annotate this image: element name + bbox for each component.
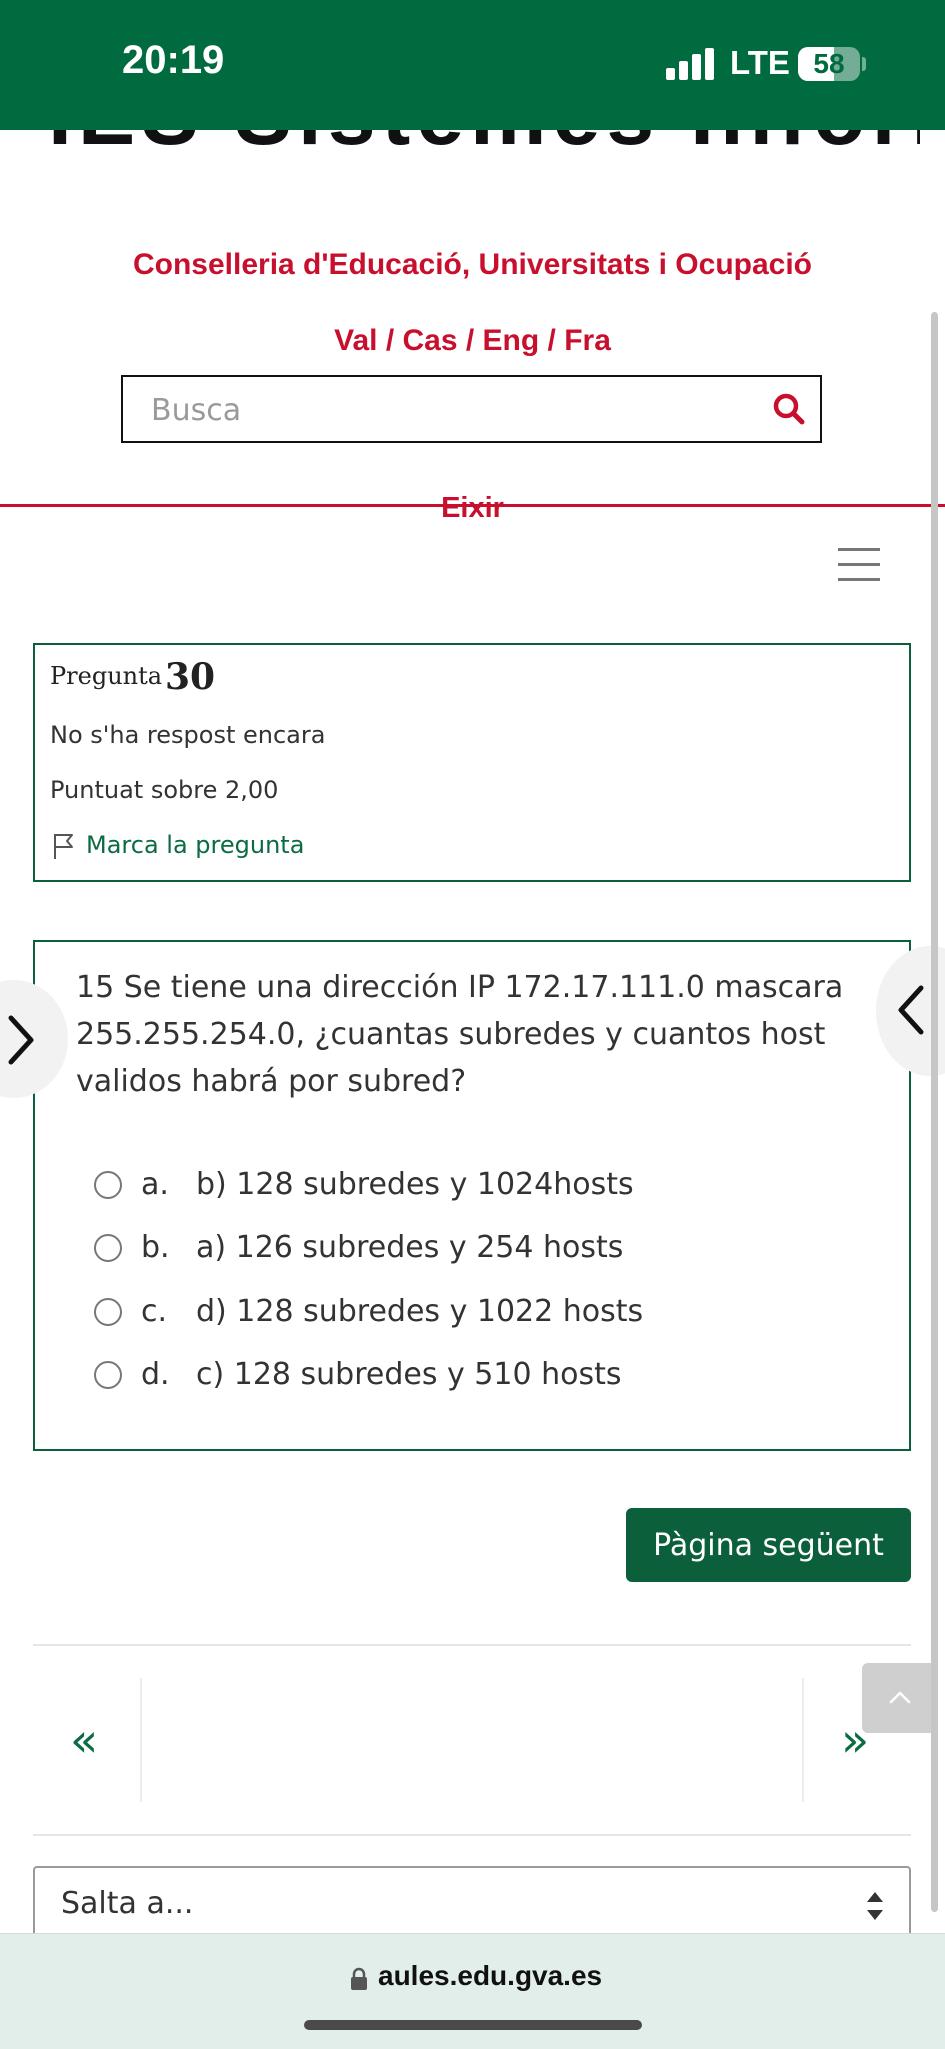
- previous-activity-link[interactable]: «: [70, 1713, 98, 1767]
- answer-option-b[interactable]: b. a) 126 subredes y 254 hosts: [92, 1226, 872, 1276]
- jump-to-label: Salta a...: [61, 1886, 194, 1921]
- logout-link[interactable]: Eixir: [0, 492, 945, 525]
- question-score: Puntuat sobre 2,00: [50, 776, 279, 804]
- scroll-to-top-button[interactable]: [862, 1663, 938, 1733]
- select-arrows-icon: [867, 1892, 883, 1920]
- option-text: c) 128 subredes y 510 hosts: [196, 1357, 622, 1392]
- status-bar: 20:19 LTE 58: [0, 0, 945, 130]
- option-letter: b.: [141, 1230, 170, 1265]
- pager-divider: [140, 1678, 142, 1802]
- answer-option-d[interactable]: d. c) 128 subredes y 510 hosts: [92, 1353, 872, 1403]
- question-status: No s'ha respost encara: [50, 721, 326, 749]
- hamburger-menu-icon[interactable]: [838, 548, 880, 582]
- option-letter: d.: [141, 1357, 170, 1392]
- browser-address-bar: aules.edu.gva.es: [0, 1933, 945, 2049]
- option-text: a) 126 subredes y 254 hosts: [196, 1230, 624, 1265]
- option-letter: a.: [141, 1167, 169, 1202]
- radio-button[interactable]: [94, 1361, 122, 1389]
- cellular-signal-icon: [666, 48, 716, 80]
- battery-tip: [862, 57, 866, 71]
- chevron-up-icon: [889, 1691, 911, 1704]
- option-letter: c.: [141, 1294, 168, 1329]
- flag-question-link[interactable]: Marca la pregunta: [86, 831, 304, 859]
- pager-divider: [802, 1678, 804, 1802]
- network-type: LTE: [730, 44, 790, 81]
- answer-option-a[interactable]: a. b) 128 subredes y 1024hosts: [92, 1163, 872, 1213]
- next-page-button[interactable]: Pàgina següent: [626, 1508, 911, 1582]
- language-links[interactable]: Val / Cas / Eng / Fra: [0, 324, 945, 358]
- answer-option-c[interactable]: c. d) 128 subredes y 1022 hosts: [92, 1290, 872, 1340]
- chevron-right-icon: [8, 1015, 34, 1065]
- option-text: b) 128 subredes y 1024hosts: [196, 1167, 634, 1202]
- question-label: Pregunta: [50, 662, 163, 690]
- radio-button[interactable]: [94, 1234, 122, 1262]
- status-time: 20:19: [122, 38, 225, 82]
- question-number: 30: [165, 656, 216, 698]
- question-text: 15 Se tiene una dirección IP 172.17.111.…: [76, 970, 844, 1099]
- battery-level: 58: [813, 48, 845, 79]
- search-input[interactable]: [151, 389, 751, 431]
- page-scrollbar[interactable]: [931, 312, 938, 1912]
- home-indicator[interactable]: [304, 2020, 642, 2030]
- search-icon[interactable]: [771, 391, 807, 427]
- pager-top-divider: [33, 1644, 911, 1646]
- conselleria-link[interactable]: Conselleria d'Educació, Universitats i O…: [0, 248, 945, 282]
- chevron-left-icon: [898, 985, 924, 1035]
- option-text: d) 128 subredes y 1022 hosts: [196, 1294, 644, 1329]
- flag-icon[interactable]: [52, 832, 76, 860]
- pager-bottom-divider: [33, 1834, 911, 1836]
- battery-icon: 58: [798, 47, 860, 81]
- radio-button[interactable]: [94, 1171, 122, 1199]
- search-box: [121, 375, 822, 443]
- lock-icon: [351, 1967, 367, 1990]
- url-text[interactable]: aules.edu.gva.es: [378, 1960, 602, 1992]
- radio-button[interactable]: [94, 1298, 122, 1326]
